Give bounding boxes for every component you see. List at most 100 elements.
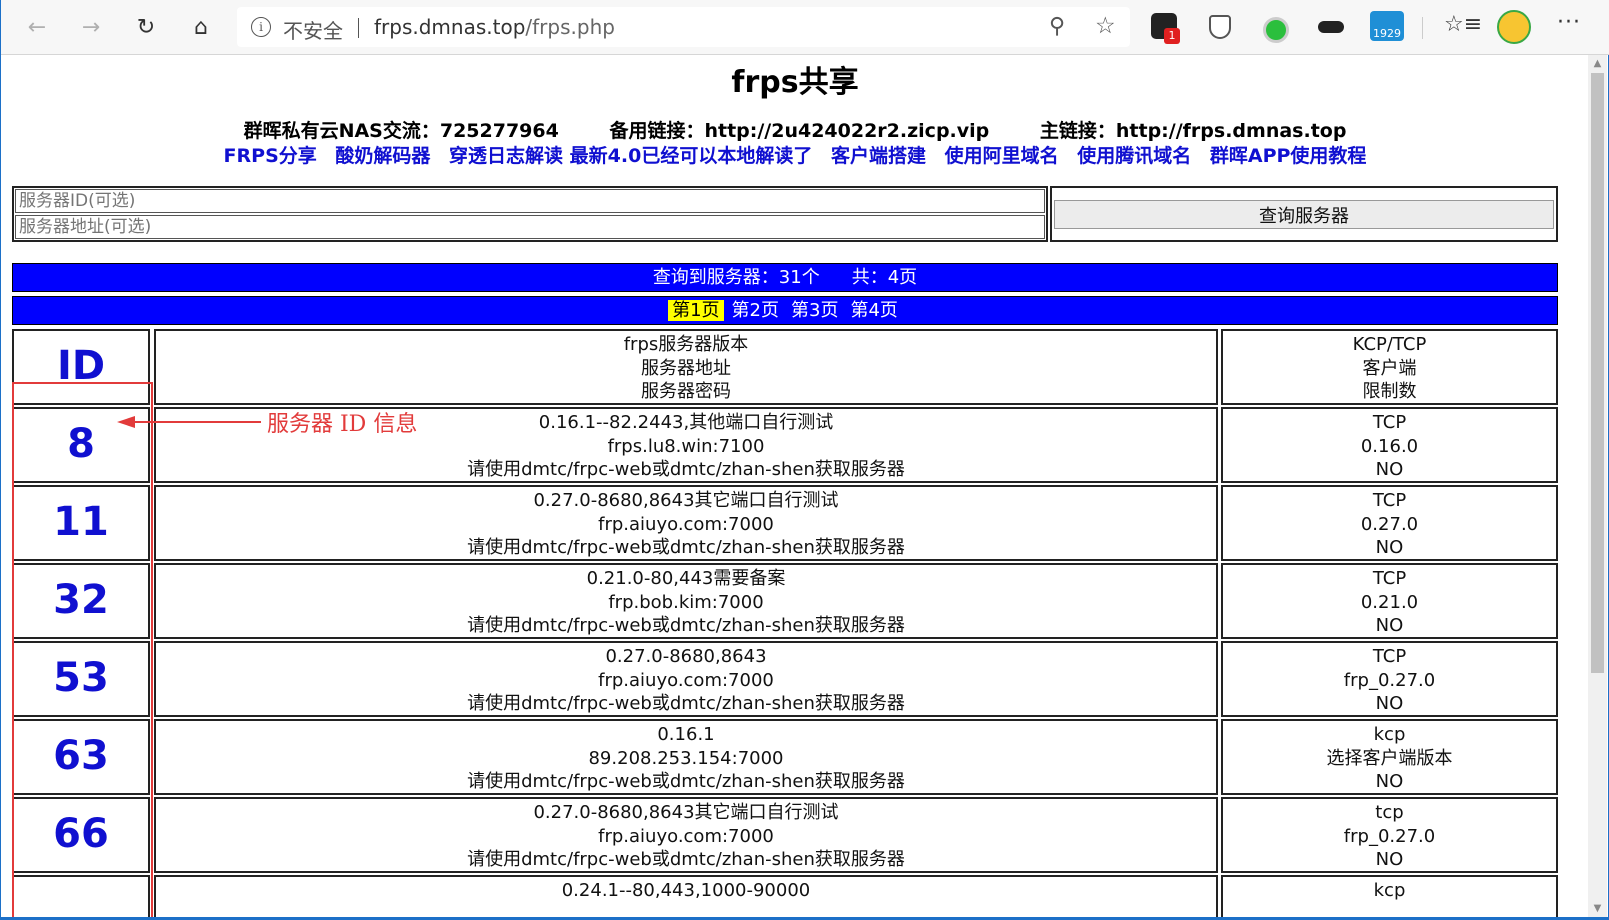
server-address-input[interactable] bbox=[15, 215, 1045, 239]
server-id: 11 bbox=[12, 485, 150, 561]
link-tencent-domain[interactable]: 使用腾讯域名 bbox=[1077, 145, 1191, 167]
link-synology-app-guide[interactable]: 群晖APP使用教程 bbox=[1210, 145, 1367, 167]
qq-group-text: 群晖私有云NAS交流：725277964 bbox=[243, 120, 559, 142]
scroll-up-arrow-icon[interactable]: ▲ bbox=[1588, 55, 1607, 72]
server-protocol: TCP bbox=[1372, 646, 1407, 667]
server-client: frp_0.27.0 bbox=[1343, 669, 1436, 691]
server-protocol: tcp bbox=[1375, 802, 1404, 823]
header-password: 服务器密码 bbox=[641, 381, 731, 402]
server-limit: NO bbox=[1375, 771, 1404, 792]
browser-toolbar: ← → ↻ ⌂ i 不安全 frps.dmnas.top/frps.php ⚲ … bbox=[1, 0, 1609, 55]
server-protocol: kcp bbox=[1373, 724, 1406, 745]
page-link-2[interactable]: 第2页 bbox=[728, 300, 783, 321]
link-log-reader[interactable]: 穿透日志解读 最新4.0已经可以本地解读了 bbox=[449, 145, 812, 167]
search-form bbox=[12, 186, 1048, 242]
server-client: frp_0.27.0 bbox=[1343, 825, 1436, 847]
server-address: frp.aiuyo.com:7000 bbox=[598, 825, 774, 847]
table-row: 66 0.27.0-8680,8643其它端口自行测试 frp.aiuyo.co… bbox=[12, 797, 1558, 875]
server-limit: NO bbox=[1375, 615, 1404, 636]
server-info: 0.27.0-8680,8643 frp.aiuyo.com:7000 请使用d… bbox=[154, 641, 1218, 717]
server-address: frps.lu8.win:7100 bbox=[607, 435, 765, 457]
green-dot-extension-icon[interactable] bbox=[1263, 17, 1289, 43]
server-info: 0.21.0-80,443需要备案 frp.bob.kim:7000 请使用dm… bbox=[154, 563, 1218, 639]
table-row: 0.24.1--80,443,1000-90000 kcp bbox=[12, 875, 1558, 917]
header-meta: KCP/TCP 客户端 限制数 bbox=[1221, 329, 1558, 405]
header-address: 服务器地址 bbox=[641, 357, 731, 379]
page-link-1[interactable]: 第1页 bbox=[668, 300, 724, 321]
header-client: 客户端 bbox=[1362, 357, 1417, 379]
address-bar[interactable]: i 不安全 frps.dmnas.top/frps.php ⚲ ☆ bbox=[237, 7, 1130, 47]
link-client-setup[interactable]: 客户端搭建 bbox=[831, 145, 926, 167]
server-protocol: kcp bbox=[1373, 880, 1406, 901]
server-limit: NO bbox=[1375, 537, 1404, 558]
server-password: 请使用dmtc/frpc-web或dmtc/zhan-shen获取服务器 bbox=[467, 849, 905, 870]
address-divider bbox=[358, 18, 359, 38]
home-icon[interactable]: ⌂ bbox=[183, 9, 219, 45]
server-limit: NO bbox=[1375, 693, 1404, 714]
page-link-4[interactable]: 第4页 bbox=[846, 300, 901, 321]
refresh-icon[interactable]: ↻ bbox=[128, 9, 164, 45]
server-client: 0.21.0 bbox=[1360, 591, 1419, 613]
server-address: frp.bob.kim:7000 bbox=[608, 591, 764, 613]
url-host: frps.dmnas.top bbox=[374, 15, 526, 39]
server-meta: kcp bbox=[1221, 875, 1558, 917]
favorites-list-icon[interactable]: ☆≡ bbox=[1444, 12, 1482, 37]
server-meta: TCP 0.27.0 NO bbox=[1221, 485, 1558, 561]
url-text[interactable]: frps.dmnas.top/frps.php bbox=[374, 15, 615, 39]
forward-arrow-icon[interactable]: → bbox=[73, 9, 109, 45]
link-aliyun-domain[interactable]: 使用阿里域名 bbox=[945, 145, 1059, 167]
back-arrow-icon[interactable]: ← bbox=[19, 9, 55, 45]
total-pages: 共：4页 bbox=[851, 267, 918, 288]
server-version: 0.21.0-80,443需要备案 bbox=[586, 568, 786, 589]
scroll-thumb[interactable] bbox=[1591, 73, 1604, 673]
server-address: 89.208.253.154:7000 bbox=[588, 747, 784, 769]
info-icon[interactable]: i bbox=[251, 17, 271, 37]
query-server-button[interactable]: 查询服务器 bbox=[1054, 200, 1554, 229]
server-password: 请使用dmtc/frpc-web或dmtc/zhan-shen获取服务器 bbox=[467, 615, 905, 636]
server-version: 0.27.0-8680,8643其它端口自行测试 bbox=[533, 490, 839, 511]
mask-extension-icon[interactable] bbox=[1318, 21, 1344, 33]
summary-bar: 查询到服务器：31个 共：4页 bbox=[12, 263, 1558, 292]
profile-avatar[interactable] bbox=[1497, 10, 1531, 44]
server-id-input[interactable] bbox=[15, 189, 1045, 213]
server-id: 32 bbox=[12, 563, 150, 639]
query-button-container: 查询服务器 bbox=[1050, 186, 1558, 242]
header-limit: 限制数 bbox=[1362, 381, 1417, 402]
page-content: frps共享 群晖私有云NAS交流：725277964 备用链接：http://… bbox=[2, 55, 1588, 917]
server-info: 0.24.1--80,443,1000-90000 bbox=[154, 875, 1218, 917]
nav-links: FRPS分享 酸奶解码器 穿透日志解读 最新4.0已经可以本地解读了 客户端搭建… bbox=[2, 141, 1588, 168]
server-password: 请使用dmtc/frpc-web或dmtc/zhan-shen获取服务器 bbox=[467, 693, 905, 714]
table-row: 63 0.16.1 89.208.253.154:7000 请使用dmtc/fr… bbox=[12, 719, 1558, 797]
page-title: frps共享 bbox=[731, 65, 859, 100]
server-password: 请使用dmtc/frpc-web或dmtc/zhan-shen获取服务器 bbox=[467, 771, 905, 792]
page-link-3[interactable]: 第3页 bbox=[787, 300, 842, 321]
link-decoder[interactable]: 酸奶解码器 bbox=[335, 145, 430, 167]
zoom-icon[interactable]: ⚲ bbox=[1049, 14, 1065, 39]
table-row: 53 0.27.0-8680,8643 frp.aiuyo.com:7000 请… bbox=[12, 641, 1558, 719]
server-client: 0.16.0 bbox=[1360, 435, 1419, 457]
link-frps-share[interactable]: FRPS分享 bbox=[224, 145, 317, 167]
shield-extension-icon[interactable] bbox=[1209, 15, 1231, 39]
server-version: 0.27.0-8680,8643其它端口自行测试 bbox=[533, 802, 839, 823]
scroll-down-arrow-icon[interactable]: ▼ bbox=[1588, 900, 1607, 917]
header-id: ID bbox=[12, 329, 150, 405]
server-password: 请使用dmtc/frpc-web或dmtc/zhan-shen获取服务器 bbox=[467, 537, 905, 558]
server-meta: TCP 0.16.0 NO bbox=[1221, 407, 1558, 483]
security-label[interactable]: 不安全 bbox=[283, 15, 343, 44]
browser-window: ← → ↻ ⌂ i 不安全 frps.dmnas.top/frps.php ⚲ … bbox=[0, 0, 1609, 920]
table-header-row: ID frps服务器版本 服务器地址 服务器密码 KCP/TCP 客户端 限制数 bbox=[12, 329, 1558, 407]
server-id: 53 bbox=[12, 641, 150, 717]
server-protocol: TCP bbox=[1372, 412, 1407, 433]
server-address: frp.aiuyo.com:7000 bbox=[598, 513, 774, 535]
url-path: /frps.php bbox=[525, 15, 615, 39]
server-version: 0.27.0-8680,8643 bbox=[605, 646, 767, 667]
server-id: 66 bbox=[12, 797, 150, 873]
more-menu-icon[interactable]: ··· bbox=[1557, 10, 1581, 35]
server-version: 0.16.1 bbox=[657, 724, 715, 745]
server-meta: TCP frp_0.27.0 NO bbox=[1221, 641, 1558, 717]
header-version: frps服务器版本 bbox=[623, 334, 749, 355]
toolbar-divider bbox=[1422, 17, 1423, 39]
favorite-star-icon[interactable]: ☆ bbox=[1095, 13, 1116, 39]
vertical-scrollbar[interactable]: ▲ ▼ bbox=[1588, 55, 1607, 917]
server-info: 0.16.1 89.208.253.154:7000 请使用dmtc/frpc-… bbox=[154, 719, 1218, 795]
